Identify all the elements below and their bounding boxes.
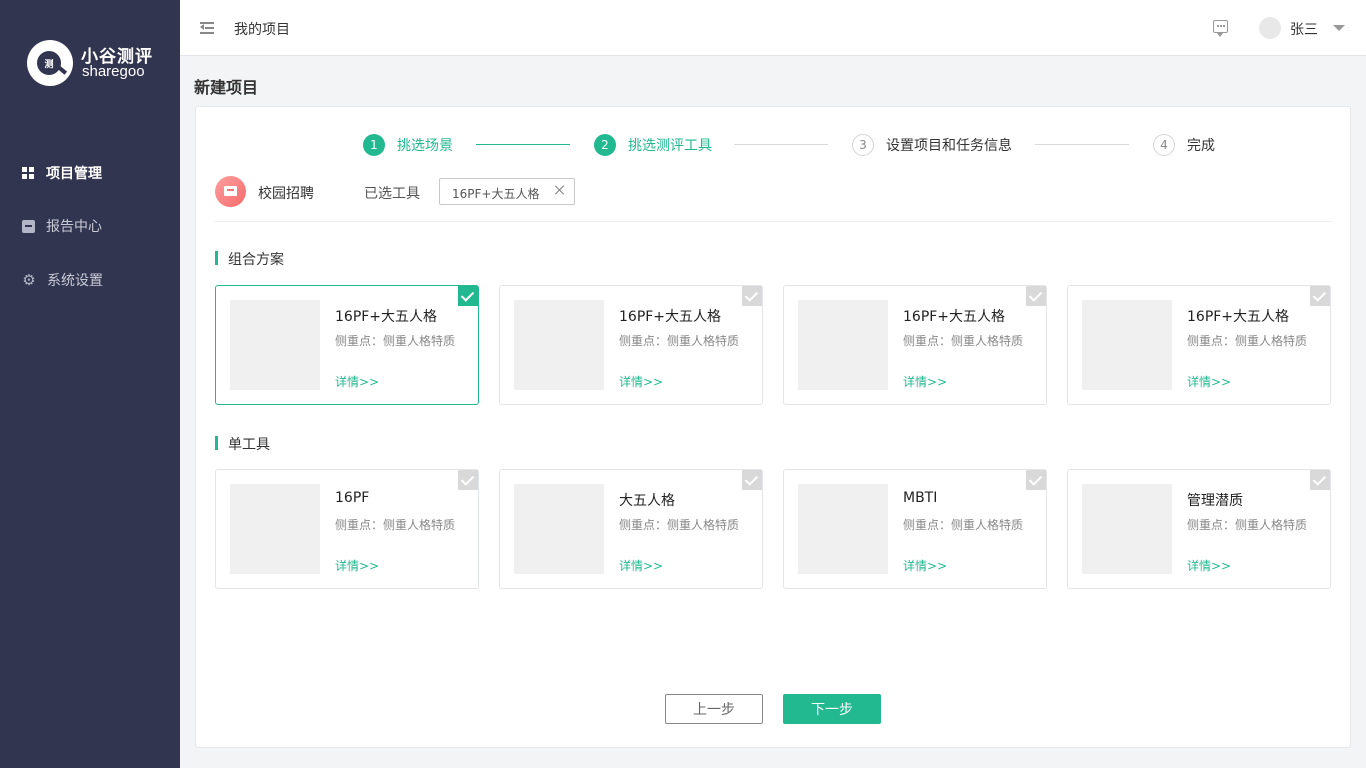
tool-card[interactable]: 16PF+大五人格 侧重点：侧重人格特质 详情>> xyxy=(783,285,1047,405)
divider xyxy=(215,221,1332,222)
tool-image xyxy=(1082,300,1172,390)
selected-tools-label: 已选工具 xyxy=(364,186,420,202)
calendar-icon xyxy=(215,176,246,207)
step-number: 4 xyxy=(1153,134,1175,156)
step-number: 1 xyxy=(363,134,385,156)
tool-description: 侧重点：侧重人格特质 xyxy=(903,334,1024,348)
tool-description: 侧重点：侧重人格特质 xyxy=(335,334,456,348)
next-step-button[interactable]: 下一步 xyxy=(783,694,881,724)
brand-name-en: sharegoo xyxy=(82,63,145,80)
close-icon[interactable] xyxy=(553,183,567,197)
sidebar-item-label: 项目管理 xyxy=(46,166,102,182)
checkmark-icon[interactable] xyxy=(458,286,478,306)
details-link[interactable]: 详情>> xyxy=(335,373,379,390)
tool-card[interactable]: 16PF+大五人格 侧重点：侧重人格特质 详情>> xyxy=(215,285,479,405)
gear-icon: ⚙ xyxy=(22,270,36,289)
checkmark-icon[interactable] xyxy=(1310,470,1330,490)
grid-icon xyxy=(22,166,35,180)
tool-image xyxy=(1082,484,1172,574)
details-link[interactable]: 详情>> xyxy=(1187,373,1231,390)
page-title: 新建项目 xyxy=(194,78,259,97)
details-link[interactable]: 详情>> xyxy=(1187,557,1231,574)
tool-description: 侧重点：侧重人格特质 xyxy=(335,518,456,532)
sidebar-item-project-management[interactable]: 项目管理 xyxy=(22,162,102,184)
tool-name: 大五人格 xyxy=(619,493,675,509)
report-icon xyxy=(22,219,35,233)
checkmark-icon[interactable] xyxy=(742,286,762,306)
details-link[interactable]: 详情>> xyxy=(619,557,663,574)
tool-name: 16PF+大五人格 xyxy=(903,309,1006,325)
step-connector xyxy=(476,144,570,145)
step-1: 1 挑选场景 xyxy=(363,133,453,157)
tool-image xyxy=(514,300,604,390)
step-number: 3 xyxy=(852,134,874,156)
step-label: 挑选测评工具 xyxy=(628,138,712,154)
details-link[interactable]: 详情>> xyxy=(903,557,947,574)
section-title-combo: 组合方案 xyxy=(215,249,284,269)
top-header: 我的项目 张三 xyxy=(180,0,1366,56)
brand-logo[interactable]: 测 小谷测评 sharegoo xyxy=(27,40,167,88)
checkmark-icon[interactable] xyxy=(1026,286,1046,306)
sidebar: 测 小谷测评 sharegoo 项目管理 报告中心 ⚙ 系统设置 xyxy=(0,0,180,768)
tool-image xyxy=(230,484,320,574)
checkmark-icon[interactable] xyxy=(1310,286,1330,306)
username[interactable]: 张三 xyxy=(1290,19,1318,39)
step-label: 设置项目和任务信息 xyxy=(886,138,1012,154)
tool-description: 侧重点：侧重人格特质 xyxy=(903,518,1024,532)
step-connector xyxy=(1035,144,1129,145)
tool-name: 管理潜质 xyxy=(1187,493,1243,509)
sidebar-item-system-settings[interactable]: ⚙ 系统设置 xyxy=(22,269,103,291)
tool-name: 16PF+大五人格 xyxy=(335,309,438,325)
logo-tail xyxy=(56,65,68,75)
details-link[interactable]: 详情>> xyxy=(335,557,379,574)
step-3: 3 设置项目和任务信息 xyxy=(852,133,1012,157)
avatar[interactable] xyxy=(1259,17,1281,39)
tool-image xyxy=(230,300,320,390)
scene-label: 校园招聘 xyxy=(258,186,314,202)
checkmark-icon[interactable] xyxy=(458,470,478,490)
sidebar-item-label: 报告中心 xyxy=(46,219,102,235)
tool-image xyxy=(514,484,604,574)
tool-card[interactable]: 管理潜质 侧重点：侧重人格特质 详情>> xyxy=(1067,469,1331,589)
tool-card[interactable]: 16PF+大五人格 侧重点：侧重人格特质 详情>> xyxy=(1067,285,1331,405)
tool-card[interactable]: 16PF 侧重点：侧重人格特质 详情>> xyxy=(215,469,479,589)
tool-description: 侧重点：侧重人格特质 xyxy=(1187,518,1308,532)
tool-card[interactable]: 大五人格 侧重点：侧重人格特质 详情>> xyxy=(499,469,763,589)
checkmark-icon[interactable] xyxy=(1026,470,1046,490)
previous-step-button[interactable]: 上一步 xyxy=(665,694,763,724)
tool-image xyxy=(798,300,888,390)
logo-icon: 测 xyxy=(27,40,73,86)
tool-name: 16PF xyxy=(335,490,370,506)
tool-image xyxy=(798,484,888,574)
tool-description: 侧重点：侧重人格特质 xyxy=(619,334,740,348)
details-link[interactable]: 详情>> xyxy=(619,373,663,390)
logo-mark: 测 xyxy=(37,51,61,75)
step-label: 挑选场景 xyxy=(397,138,453,154)
step-4: 4 完成 xyxy=(1153,133,1215,157)
tool-card[interactable]: MBTI 侧重点：侧重人格特质 详情>> xyxy=(783,469,1047,589)
tag-label: 16PF+大五人格 xyxy=(452,187,540,201)
step-number: 2 xyxy=(594,134,616,156)
tool-name: MBTI xyxy=(903,490,938,506)
step-label: 完成 xyxy=(1187,138,1215,154)
step-2: 2 挑选测评工具 xyxy=(594,133,712,157)
breadcrumb: 我的项目 xyxy=(234,22,290,38)
details-link[interactable]: 详情>> xyxy=(903,373,947,390)
section-title-single: 单工具 xyxy=(215,434,270,454)
checkmark-icon[interactable] xyxy=(742,470,762,490)
menu-collapse-icon[interactable] xyxy=(200,21,214,35)
chevron-down-icon[interactable] xyxy=(1333,25,1345,31)
tool-name: 16PF+大五人格 xyxy=(619,309,722,325)
tool-description: 侧重点：侧重人格特质 xyxy=(1187,334,1308,348)
tool-card[interactable]: 16PF+大五人格 侧重点：侧重人格特质 详情>> xyxy=(499,285,763,405)
selected-tool-tag: 16PF+大五人格 xyxy=(439,178,575,205)
wizard-card: 1 挑选场景 2 挑选测评工具 3 设置项目和任务信息 4 完成 校园招聘 已选… xyxy=(195,106,1351,748)
sidebar-item-report-center[interactable]: 报告中心 xyxy=(22,215,102,237)
step-connector xyxy=(734,144,828,145)
tool-description: 侧重点：侧重人格特质 xyxy=(619,518,740,532)
sidebar-item-label: 系统设置 xyxy=(47,273,103,289)
message-icon[interactable] xyxy=(1213,20,1228,37)
tool-name: 16PF+大五人格 xyxy=(1187,309,1290,325)
